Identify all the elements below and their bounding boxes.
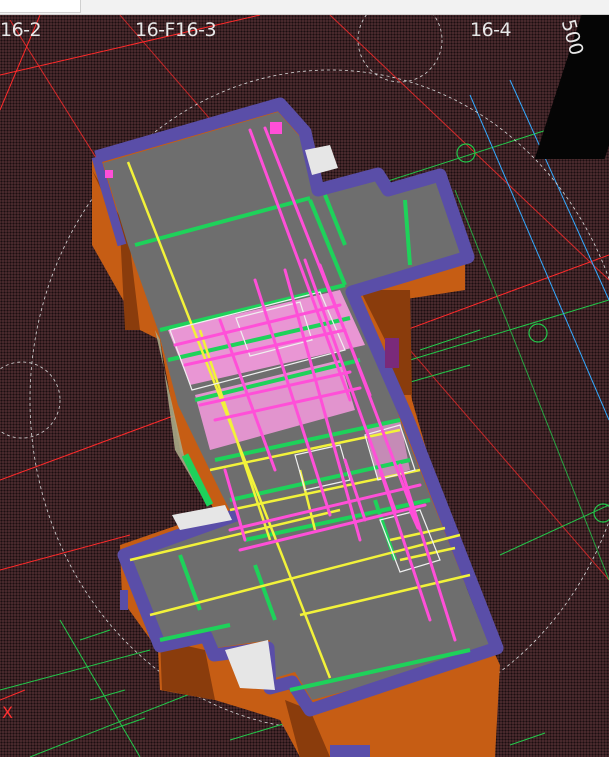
axis-bubbles: [456, 143, 609, 523]
pipe-node: [270, 122, 282, 134]
bim-3d-scene[interactable]: [0, 15, 609, 757]
pipe-node: [105, 170, 113, 178]
wall-opening: [385, 338, 399, 368]
grid-axis-label-center: 16-F16-3: [135, 19, 217, 41]
grid-axis-label-left: 16-2: [0, 19, 42, 41]
x-mark-icon: X: [2, 703, 13, 722]
grid-axis-label-right: 16-4: [470, 19, 512, 41]
circle-icon: [593, 503, 609, 523]
circle-icon: [528, 323, 548, 343]
wall-opening: [120, 590, 128, 610]
model-viewport[interactable]: 16-2 16-F16-3 16-4 500 X: [0, 15, 609, 757]
wall-opening: [330, 745, 370, 757]
circle-icon: [456, 143, 476, 163]
building-model[interactable]: [91, 97, 504, 757]
title-bar: [0, 0, 609, 15]
document-tab[interactable]: [0, 0, 81, 13]
